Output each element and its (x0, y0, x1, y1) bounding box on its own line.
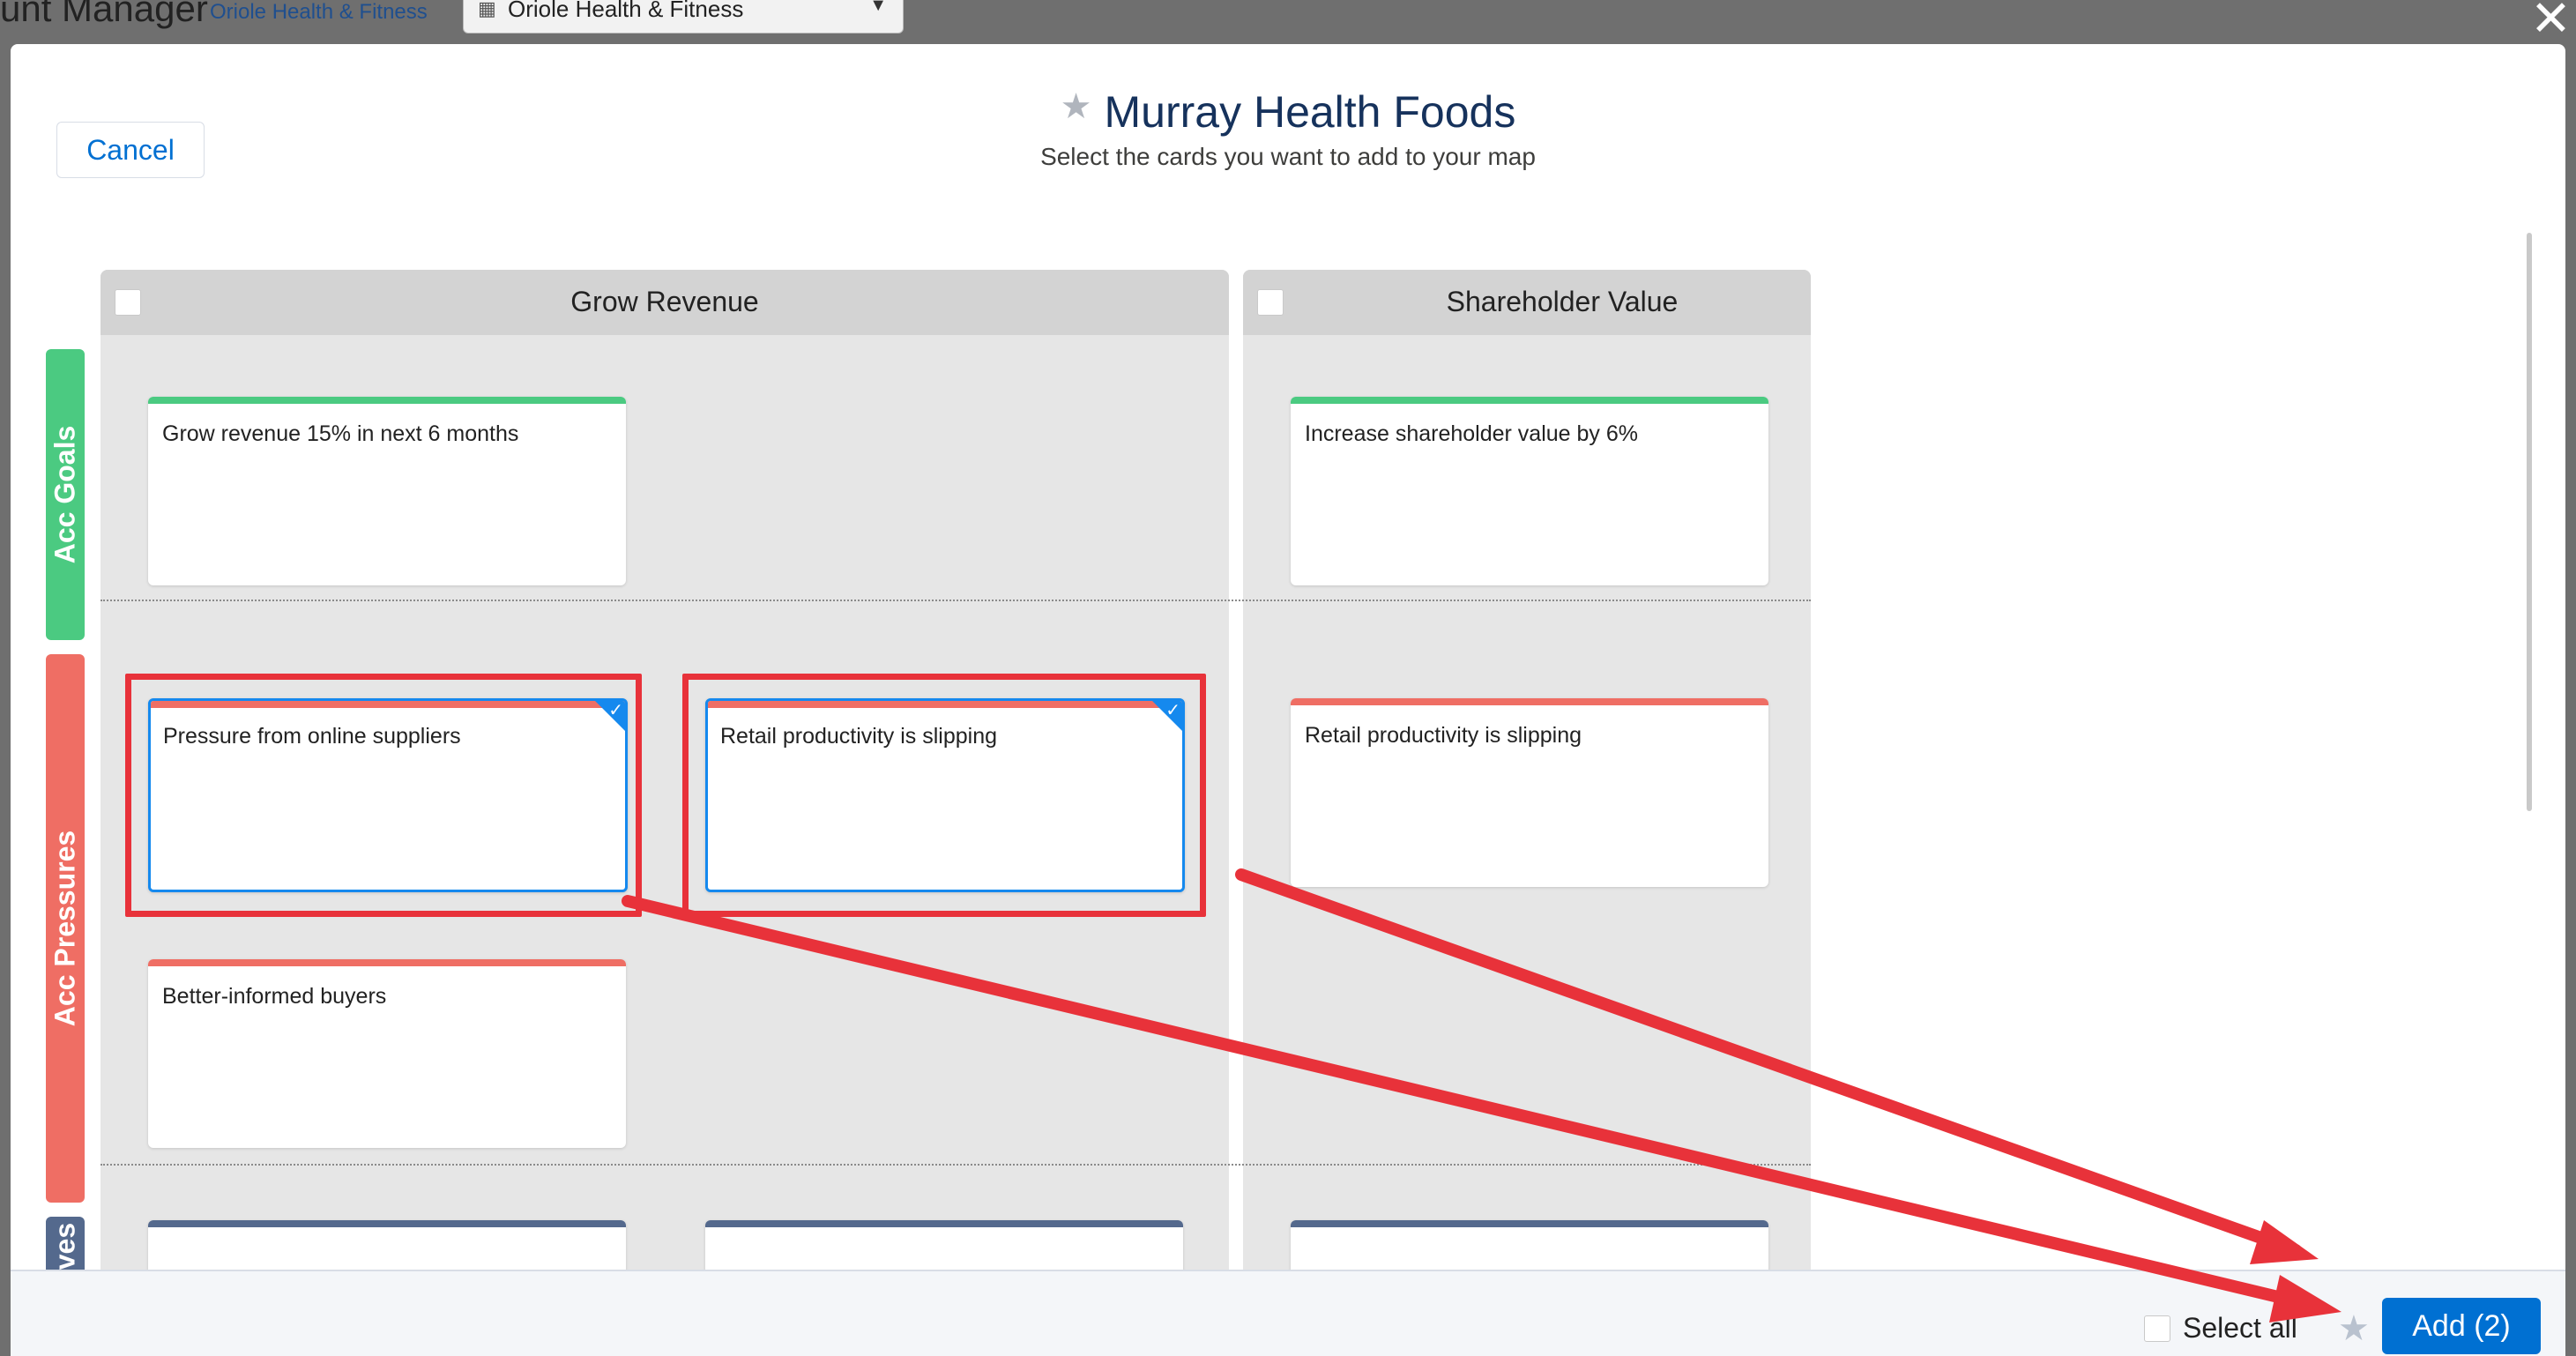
card-shareholder-goal[interactable]: Increase shareholder value by 6% (1291, 397, 1768, 585)
column-header: Shareholder Value (1243, 270, 1811, 335)
card-color-bar (1291, 698, 1768, 705)
card-color-bar (705, 1220, 1183, 1227)
add-button[interactable]: Add (2) (2382, 1298, 2541, 1354)
annotation-highlight-box (125, 674, 642, 917)
row-label-acc-pressures: Acc Pressures (46, 654, 85, 1203)
modal-footer: Select all ★ Add (2) (11, 1270, 2565, 1356)
account-select[interactable]: ▦ Oriole Health & Fitness ▼ (463, 0, 904, 34)
card-title: Better-informed buyers (162, 984, 387, 1009)
card-shareholder-retail-productivity[interactable]: Retail productivity is slipping (1291, 698, 1768, 887)
add-cards-modal: Cancel ★ Murray Health Foods Select the c… (11, 44, 2565, 1356)
app-title: unt Manager (0, 0, 208, 29)
row-separator (101, 1164, 1811, 1166)
card-color-bar (148, 959, 626, 966)
card-better-informed-buyers[interactable]: Better-informed buyers (148, 959, 626, 1148)
star-icon[interactable]: ★ (1061, 86, 1092, 127)
card-title: Grow revenue 15% in next 6 months (162, 421, 519, 446)
card-color-bar (148, 397, 626, 404)
annotation-highlight-box (682, 674, 1206, 917)
card-color-bar (1291, 397, 1768, 404)
star-icon: ★ (2338, 1308, 2370, 1349)
card-grow-revenue-goal[interactable]: Grow revenue 15% in next 6 months (148, 397, 626, 585)
building-icon: ▦ (478, 0, 496, 19)
modal-header: ★ Murray Health Foods (11, 86, 2565, 138)
background-header: unt Manager Oriole Health & Fitness ▦ Or… (0, 0, 2576, 44)
column-header: Grow Revenue (101, 270, 1229, 335)
modal-subtitle: Select the cards you want to add to your… (1040, 143, 1536, 170)
close-icon[interactable]: ✕ (2530, 0, 2572, 44)
chevron-down-icon: ▼ (869, 0, 887, 15)
select-all-label[interactable]: Select all (2183, 1312, 2297, 1345)
account-link[interactable]: Oriole Health & Fitness (210, 0, 428, 25)
column-title: Grow Revenue (570, 286, 759, 317)
row-separator (101, 600, 1811, 601)
card-title: Increase shareholder value by 6% (1305, 421, 1639, 446)
card-color-bar (148, 1220, 626, 1227)
card-title: Retail productivity is slipping (1305, 723, 1582, 748)
vertical-scrollbar[interactable] (2527, 233, 2532, 811)
select-all-checkbox[interactable] (2144, 1315, 2170, 1342)
card-board: Grow Revenue Shareholder Value Acc Goals… (11, 224, 2565, 1285)
column-title: Shareholder Value (1446, 286, 1679, 317)
modal-title: Murray Health Foods (1104, 87, 1516, 137)
account-select-value: Oriole Health & Fitness (508, 0, 744, 22)
card-color-bar (1291, 1220, 1768, 1227)
row-label-acc-goals: Acc Goals (46, 349, 85, 640)
